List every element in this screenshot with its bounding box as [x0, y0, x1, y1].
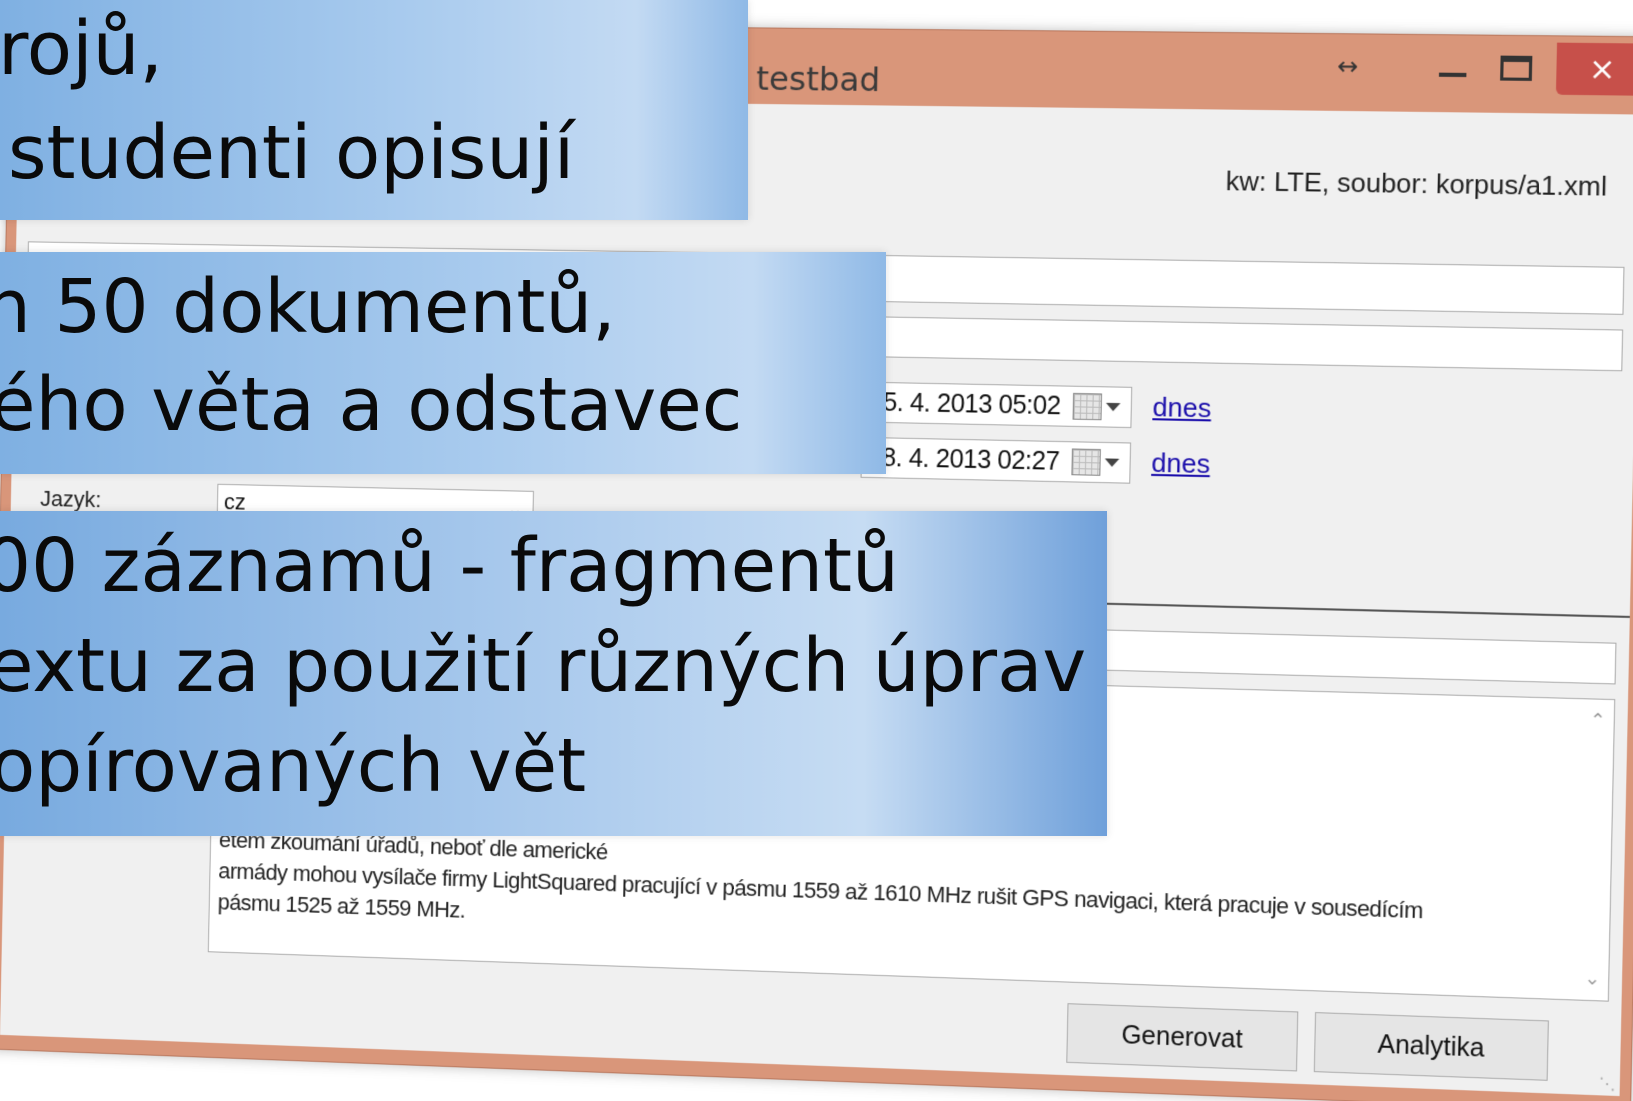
language-label: Jazyk:	[40, 485, 102, 513]
date-to-value: 18. 4. 2013 02:27	[867, 442, 1060, 476]
date-picker-to[interactable]: 18. 4. 2013 02:27	[860, 436, 1132, 484]
close-button[interactable]: ×	[1555, 42, 1633, 96]
window-title: P testbad	[725, 58, 881, 100]
overlay-text: rojů,	[0, 6, 164, 92]
overlay-box-2: n 50 dokumentů, ého věta a odstavec	[0, 252, 886, 474]
generate-button[interactable]: Generovat	[1066, 1003, 1299, 1072]
overlay-text: extu za použití různých úprav	[0, 623, 1087, 709]
overlay-box-3: 00 záznamů - fragmentů extu za použití r…	[0, 511, 1107, 836]
dropdown-arrow-icon[interactable]	[1105, 402, 1121, 412]
overlay-text: opírovaných vět	[0, 723, 587, 809]
dropdown-arrow-icon[interactable]	[1104, 458, 1120, 467]
today-link-from[interactable]: dnes	[1152, 391, 1211, 424]
overlay-text: studenti opisují	[8, 110, 575, 196]
date-picker-from[interactable]: 05. 4. 2013 05:02	[861, 381, 1133, 429]
keyword-file-info: kw: LTE, soubor: korpus/a1.xml	[1225, 165, 1608, 202]
analytics-button[interactable]: Analytika	[1313, 1012, 1549, 1081]
scroll-up-icon[interactable]: ⌃	[1590, 710, 1606, 732]
overlay-text: n 50 dokumentů,	[0, 264, 616, 350]
resize-arrows-icon[interactable]: ↔	[1316, 40, 1380, 93]
calendar-icon[interactable]	[1071, 448, 1101, 476]
overlay-box-1: rojů, studenti opisují	[0, 0, 748, 220]
date-from-value: 05. 4. 2013 05:02	[868, 387, 1061, 420]
overlay-text: ého věta a odstavec	[0, 362, 743, 448]
overlay-text: 00 záznamů - fragmentů	[0, 523, 899, 609]
today-link-to[interactable]: dnes	[1151, 447, 1210, 480]
maximize-button[interactable]	[1484, 42, 1549, 95]
minimize-icon	[1438, 72, 1467, 78]
calendar-icon[interactable]	[1072, 392, 1103, 421]
minimize-button[interactable]	[1421, 41, 1485, 94]
resize-grip-icon[interactable]: ⋱	[1598, 1073, 1615, 1093]
maximize-icon	[1500, 55, 1533, 81]
scroll-down-icon[interactable]: ⌄	[1584, 967, 1600, 989]
